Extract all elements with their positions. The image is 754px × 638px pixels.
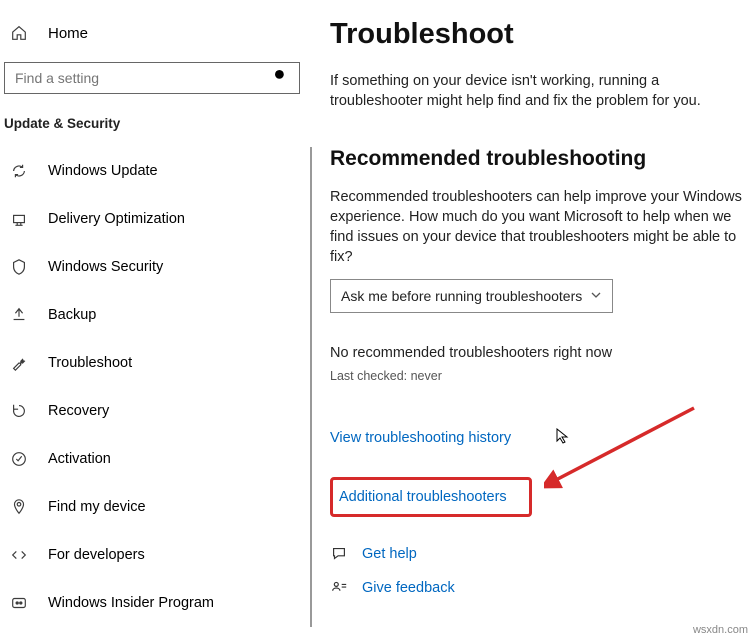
- watermark: wsxdn.com: [693, 624, 748, 636]
- recovery-icon: [10, 402, 28, 420]
- give-feedback-link[interactable]: Give feedback: [362, 580, 455, 596]
- chat-icon: [330, 545, 348, 563]
- no-recommended-text: No recommended troubleshooters right now: [330, 345, 746, 361]
- sidebar-item-label: Activation: [48, 451, 111, 467]
- shield-icon: [10, 258, 28, 276]
- recommended-heading: Recommended troubleshooting: [330, 147, 746, 171]
- check-circle-icon: [10, 450, 28, 468]
- sidebar: Home Update & Security Windows Update De…: [0, 0, 312, 638]
- sidebar-item-recovery[interactable]: Recovery: [0, 387, 310, 435]
- sidebar-item-windows-security[interactable]: Windows Security: [0, 243, 310, 291]
- sidebar-item-for-developers[interactable]: For developers: [0, 531, 310, 579]
- home-icon: [10, 24, 28, 42]
- sidebar-item-label: For developers: [48, 547, 145, 563]
- feedback-icon: [330, 579, 348, 597]
- additional-troubleshooters-link[interactable]: Additional troubleshooters: [339, 489, 507, 505]
- sidebar-item-backup[interactable]: Backup: [0, 291, 310, 339]
- search-input[interactable]: [4, 62, 300, 94]
- sidebar-item-windows-update[interactable]: Windows Update: [0, 147, 310, 195]
- backup-icon: [10, 306, 28, 324]
- sidebar-item-delivery-optimization[interactable]: Delivery Optimization: [0, 195, 310, 243]
- sidebar-item-troubleshoot[interactable]: Troubleshoot: [0, 339, 310, 387]
- get-help-link[interactable]: Get help: [362, 546, 417, 562]
- home-button[interactable]: Home: [0, 18, 312, 48]
- sidebar-item-windows-insider[interactable]: Windows Insider Program: [0, 579, 310, 627]
- view-history-link[interactable]: View troubleshooting history: [330, 430, 511, 446]
- recommended-description: Recommended troubleshooters can help imp…: [330, 187, 746, 267]
- sidebar-item-label: Delivery Optimization: [48, 211, 185, 227]
- location-icon: [10, 498, 28, 516]
- delivery-icon: [10, 210, 28, 228]
- home-label: Home: [48, 25, 88, 42]
- sidebar-item-label: Windows Update: [48, 163, 158, 179]
- search-icon: [273, 68, 289, 89]
- sidebar-item-label: Backup: [48, 307, 96, 323]
- main-content: Troubleshoot If something on your device…: [312, 0, 754, 638]
- chevron-down-icon: [590, 288, 602, 304]
- sidebar-item-label: Windows Insider Program: [48, 595, 214, 611]
- sidebar-item-activation[interactable]: Activation: [0, 435, 310, 483]
- insider-icon: [10, 594, 28, 612]
- last-checked-text: Last checked: never: [330, 369, 746, 383]
- sync-icon: [10, 162, 28, 180]
- sidebar-item-label: Windows Security: [48, 259, 163, 275]
- page-description: If something on your device isn't workin…: [330, 71, 746, 111]
- page-title: Troubleshoot: [330, 18, 746, 51]
- recommendation-dropdown[interactable]: Ask me before running troubleshooters: [330, 279, 613, 313]
- sidebar-section-title: Update & Security: [4, 116, 312, 131]
- search-field[interactable]: [15, 64, 245, 92]
- sidebar-item-find-my-device[interactable]: Find my device: [0, 483, 310, 531]
- dropdown-value: Ask me before running troubleshooters: [341, 288, 582, 304]
- additional-troubleshooters-highlight: Additional troubleshooters: [330, 477, 532, 517]
- code-icon: [10, 546, 28, 564]
- sidebar-item-label: Troubleshoot: [48, 355, 132, 371]
- cursor-icon: [556, 428, 572, 444]
- sidebar-item-label: Find my device: [48, 499, 146, 515]
- sidebar-item-label: Recovery: [48, 403, 109, 419]
- wrench-icon: [10, 354, 28, 372]
